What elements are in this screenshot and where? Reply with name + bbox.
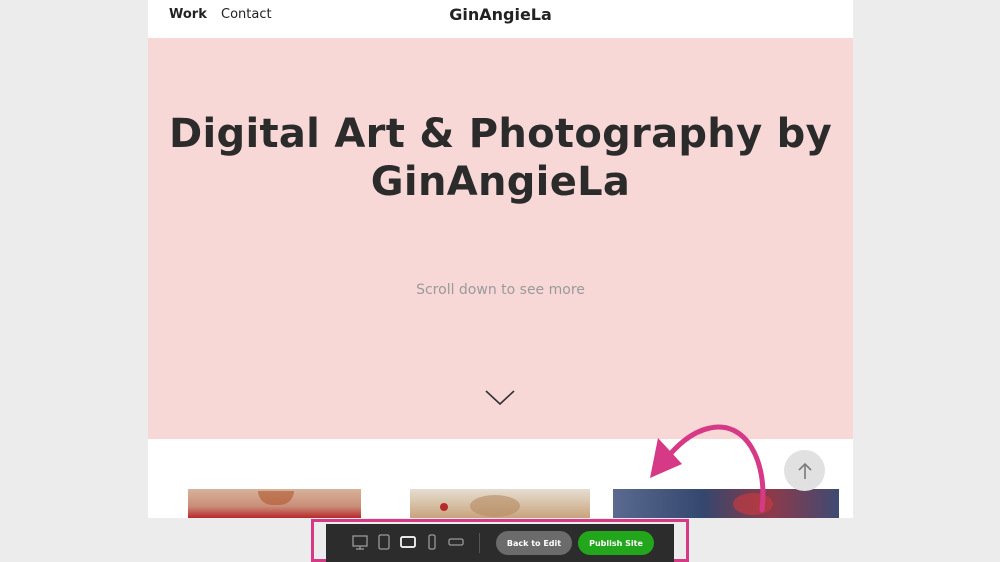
gallery-thumbnail[interactable] [188, 489, 361, 518]
hero-title: Digital Art & Photography by GinAngieLa [148, 110, 853, 206]
back-to-top-button[interactable] [784, 450, 825, 491]
toolbar-divider [479, 533, 480, 553]
desktop-icon[interactable] [350, 532, 370, 552]
thumbnail-detail [258, 491, 294, 505]
gallery-thumbnail[interactable] [613, 489, 839, 518]
hero-banner: Digital Art & Photography by GinAngieLa … [148, 38, 853, 439]
back-to-edit-button[interactable]: Back to Edit [496, 531, 572, 555]
tablet-landscape-icon[interactable] [398, 532, 418, 552]
site-preview: Work Contact GinAngieLa Digital Art & Ph… [148, 0, 853, 518]
arrow-up-icon [798, 462, 812, 479]
site-brand[interactable]: GinAngieLa [148, 5, 853, 24]
thumbnail-detail [733, 493, 773, 515]
hero-title-text: Digital Art & Photography by GinAngieLa [169, 111, 832, 205]
publish-site-button[interactable]: Publish Site [578, 531, 654, 555]
gallery-thumbnail[interactable] [410, 489, 590, 518]
phone-landscape-icon[interactable] [446, 532, 466, 552]
tablet-portrait-icon[interactable] [374, 532, 394, 552]
preview-toolbar: Back to Edit Publish Site [326, 524, 674, 562]
phone-portrait-icon[interactable] [422, 532, 442, 552]
thumbnail-detail [470, 495, 520, 517]
hero-subtitle: Scroll down to see more [416, 282, 585, 298]
top-navigation: Work Contact GinAngieLa [148, 0, 853, 38]
chevron-down-icon[interactable] [484, 388, 516, 408]
thumbnail-detail [440, 503, 448, 511]
